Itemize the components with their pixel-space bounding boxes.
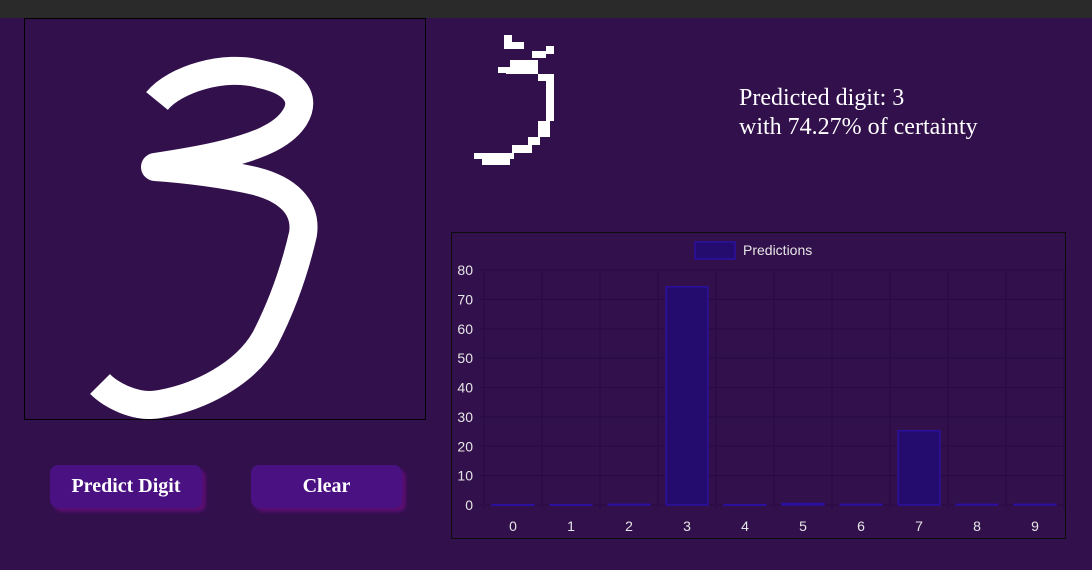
bar-3 <box>665 286 709 506</box>
x-tick-label: 3 <box>683 518 691 534</box>
bar-5 <box>781 502 825 506</box>
x-tick-label: 6 <box>857 518 865 534</box>
clear-button[interactable]: Clear <box>251 465 402 508</box>
y-tick-label: 50 <box>457 350 473 366</box>
y-tick-label: 20 <box>457 438 473 454</box>
bar-6 <box>839 503 883 506</box>
drawing-canvas[interactable] <box>24 18 426 420</box>
y-tick-label: 70 <box>457 291 473 307</box>
predicted-digit-text: Predicted digit: 3 <box>739 85 905 111</box>
y-tick-label: 60 <box>457 321 473 337</box>
bar-0 <box>491 503 535 506</box>
x-tick-label: 2 <box>625 518 633 534</box>
legend-swatch <box>694 241 736 260</box>
x-tick-label: 1 <box>567 518 575 534</box>
predict-digit-button[interactable]: Predict Digit <box>50 465 202 508</box>
x-tick-label: 4 <box>741 518 749 534</box>
x-tick-label: 8 <box>973 518 981 534</box>
predictions-chart: 0 10 20 30 40 50 60 70 80 0 1 2 3 4 5 6 7 8 9 Predictions <box>451 232 1066 539</box>
x-tick-label: 5 <box>799 518 807 534</box>
x-tick-label: 7 <box>915 518 923 534</box>
x-tick-label: 9 <box>1031 518 1039 534</box>
y-tick-label: 10 <box>457 468 473 484</box>
x-tick-label: 0 <box>509 518 517 534</box>
bar-2 <box>607 503 651 506</box>
y-tick-label: 30 <box>457 409 473 425</box>
prediction-result: Predicted digit: 3 with 74.27% of certai… <box>739 84 978 142</box>
bar-9 <box>1013 503 1057 506</box>
chart-svg: 0 10 20 30 40 50 60 70 80 0 1 2 3 4 5 6 7 8 9 Predictions <box>457 241 1065 534</box>
downscaled-digit-preview <box>474 35 554 165</box>
y-tick-label: 0 <box>465 497 473 513</box>
bar-4 <box>723 503 767 506</box>
legend-label: Predictions <box>743 242 812 258</box>
bar-8 <box>955 503 999 506</box>
y-tick-label: 80 <box>457 262 473 278</box>
drawn-digit-stroke <box>90 56 318 419</box>
bar-7 <box>897 429 941 506</box>
y-tick-label: 40 <box>457 380 473 396</box>
certainty-text: with 74.27% of certainty <box>739 114 978 140</box>
top-bar <box>0 0 1092 18</box>
bar-1 <box>549 503 593 506</box>
